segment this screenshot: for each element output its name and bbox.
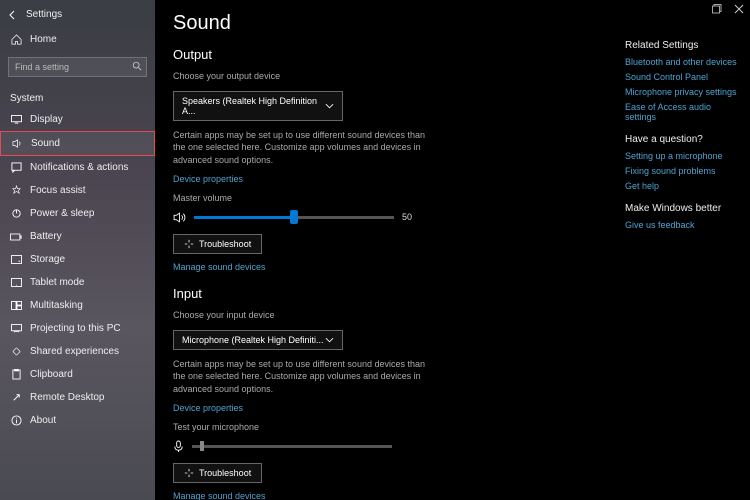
- output-troubleshoot-button[interactable]: Troubleshoot: [173, 234, 262, 254]
- remote-icon: [10, 392, 22, 403]
- link-setup-mic[interactable]: Setting up a microphone: [625, 151, 740, 161]
- question-heading: Have a question?: [625, 134, 740, 145]
- link-sound-control-panel[interactable]: Sound Control Panel: [625, 72, 740, 82]
- test-mic-label: Test your microphone: [173, 421, 433, 434]
- projecting-icon: [10, 324, 22, 333]
- link-mic-privacy[interactable]: Microphone privacy settings: [625, 87, 740, 97]
- shared-icon: [10, 346, 22, 357]
- multitasking-icon: [10, 301, 22, 310]
- link-feedback[interactable]: Give us feedback: [625, 220, 740, 230]
- output-device-properties-link[interactable]: Device properties: [173, 174, 243, 184]
- volume-value: 50: [402, 212, 412, 222]
- home-label: Home: [30, 34, 57, 45]
- input-device-properties-link[interactable]: Device properties: [173, 403, 243, 413]
- better-heading: Make Windows better: [625, 203, 740, 214]
- storage-icon: [10, 255, 22, 264]
- link-get-help[interactable]: Get help: [625, 181, 740, 191]
- sidebar-item-sound[interactable]: Sound: [0, 131, 155, 156]
- back-icon[interactable]: [8, 10, 18, 20]
- input-note: Certain apps may be set up to use differ…: [173, 358, 433, 396]
- master-volume-label: Master volume: [173, 192, 433, 205]
- sidebar-item-storage[interactable]: Storage: [0, 248, 155, 271]
- sidebar-item-clipboard[interactable]: Clipboard: [0, 363, 155, 386]
- link-fix-sound[interactable]: Fixing sound problems: [625, 166, 740, 176]
- troubleshoot-icon: [184, 468, 194, 478]
- related-heading: Related Settings: [625, 40, 740, 51]
- sidebar-item-tablet[interactable]: Tablet mode: [0, 271, 155, 294]
- search-box[interactable]: [8, 57, 147, 77]
- main-content: Sound Output Choose your output device S…: [155, 0, 615, 500]
- sidebar-item-about[interactable]: About: [0, 409, 155, 432]
- chevron-down-icon: [325, 103, 334, 109]
- microphone-icon: [173, 440, 184, 453]
- output-heading: Output: [173, 47, 597, 62]
- sidebar-item-multitasking[interactable]: Multitasking: [0, 294, 155, 317]
- sidebar-item-remote[interactable]: Remote Desktop: [0, 386, 155, 409]
- link-bluetooth[interactable]: Bluetooth and other devices: [625, 57, 740, 67]
- input-heading: Input: [173, 286, 597, 301]
- sidebar-item-focus[interactable]: Focus assist: [0, 179, 155, 202]
- troubleshoot-icon: [184, 239, 194, 249]
- output-note: Certain apps may be set up to use differ…: [173, 129, 433, 167]
- sidebar-item-projecting[interactable]: Projecting to this PC: [0, 317, 155, 340]
- group-label: System: [0, 83, 155, 108]
- focus-icon: [10, 185, 22, 196]
- volume-slider[interactable]: [194, 216, 394, 219]
- output-device-dropdown[interactable]: Speakers (Realtek High Definition A...: [173, 91, 343, 121]
- home-button[interactable]: Home: [0, 28, 155, 51]
- power-icon: [10, 208, 22, 219]
- battery-icon: [10, 233, 22, 241]
- mic-level-bar: [192, 445, 392, 448]
- app-title: Settings: [26, 9, 62, 20]
- page-title: Sound: [173, 12, 597, 35]
- about-icon: [10, 415, 22, 426]
- clipboard-icon: [10, 369, 22, 380]
- search-input[interactable]: [8, 57, 147, 77]
- sidebar-item-display[interactable]: Display: [0, 108, 155, 131]
- display-icon: [10, 115, 22, 124]
- sidebar-item-battery[interactable]: Battery: [0, 225, 155, 248]
- close-icon[interactable]: [732, 2, 746, 16]
- input-choose-label: Choose your input device: [173, 309, 433, 322]
- sound-icon: [11, 138, 23, 149]
- sidebar-item-notifications[interactable]: Notifications & actions: [0, 156, 155, 179]
- sidebar: Settings Home System Display Sound Notif…: [0, 0, 155, 500]
- input-troubleshoot-button[interactable]: Troubleshoot: [173, 463, 262, 483]
- output-choose-label: Choose your output device: [173, 70, 433, 83]
- link-ease-of-access[interactable]: Ease of Access audio settings: [625, 102, 740, 122]
- right-panel: Related Settings Bluetooth and other dev…: [615, 0, 750, 500]
- sidebar-item-shared[interactable]: Shared experiences: [0, 340, 155, 363]
- home-icon: [10, 34, 22, 45]
- chevron-down-icon: [325, 337, 334, 343]
- restore-icon[interactable]: [710, 2, 724, 16]
- input-device-dropdown[interactable]: Microphone (Realtek High Definiti...: [173, 330, 343, 350]
- manage-input-link[interactable]: Manage sound devices: [173, 491, 266, 500]
- notifications-icon: [10, 162, 22, 173]
- tablet-icon: [10, 278, 22, 287]
- sidebar-item-power[interactable]: Power & sleep: [0, 202, 155, 225]
- manage-output-link[interactable]: Manage sound devices: [173, 262, 266, 272]
- search-icon: [132, 61, 142, 71]
- speaker-icon: [173, 211, 186, 224]
